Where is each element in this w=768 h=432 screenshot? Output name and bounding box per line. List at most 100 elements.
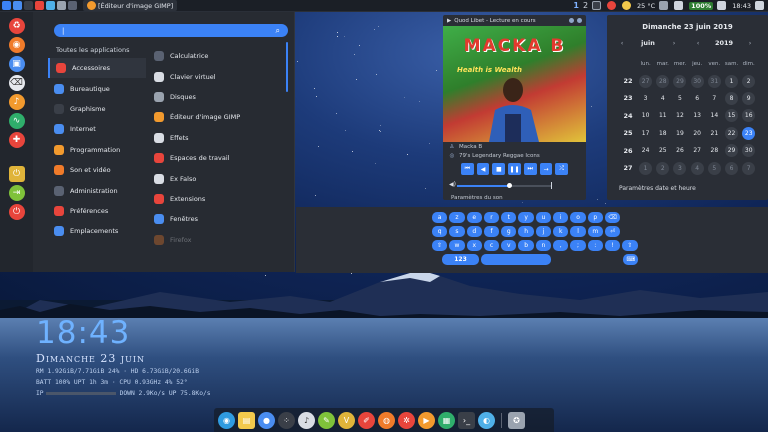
key[interactable]: l xyxy=(570,226,586,237)
software-center-icon[interactable]: ✚ xyxy=(8,132,25,148)
calendar-day[interactable]: 30 xyxy=(689,74,706,88)
date-time-settings-link[interactable]: Paramètres date et heure xyxy=(619,185,696,192)
key[interactable]: p xyxy=(587,212,603,223)
calendar-day[interactable]: 25 xyxy=(654,144,671,157)
category-item[interactable]: Bureautique xyxy=(48,78,146,98)
sound-settings-link[interactable]: Paramètres du son xyxy=(443,191,586,200)
volume-icon[interactable] xyxy=(674,1,684,10)
key[interactable]: h xyxy=(518,226,534,237)
text-editor-icon[interactable]: ✎ xyxy=(318,411,335,429)
category-item[interactable]: Emplacements xyxy=(48,221,146,241)
files-icon[interactable]: ▣ xyxy=(8,56,25,72)
calendar-day[interactable]: 6 xyxy=(723,161,740,175)
key[interactable]: v xyxy=(501,240,517,251)
key[interactable]: ⏎ xyxy=(604,226,621,237)
calendar-day[interactable]: 29 xyxy=(671,74,688,88)
calendar-day[interactable]: 4 xyxy=(689,161,706,175)
store-icon[interactable]: ▦ xyxy=(438,411,455,429)
category-item[interactable]: Son et vidéo xyxy=(48,160,146,180)
calendar-day[interactable]: 2 xyxy=(654,161,671,175)
calendar-day[interactable]: 31 xyxy=(706,74,723,88)
search-input[interactable] xyxy=(62,26,276,35)
key[interactable]: m xyxy=(587,226,603,237)
settings-icon[interactable] xyxy=(569,18,574,23)
key[interactable]: b xyxy=(518,240,534,251)
key[interactable]: ⌫ xyxy=(604,212,621,223)
calendar-day[interactable]: 28 xyxy=(654,74,671,88)
app-item[interactable]: Extensions xyxy=(154,189,284,209)
calendar-day[interactable]: 13 xyxy=(689,109,706,122)
next-icon[interactable]: ⏭ xyxy=(523,163,537,175)
app-item[interactable]: Clavier virtuel xyxy=(154,66,284,86)
system-monitor-icon[interactable]: ⁘ xyxy=(278,411,295,429)
draw-icon[interactable]: ✐ xyxy=(358,411,375,429)
calendar-day[interactable]: 10 xyxy=(637,109,654,122)
calendar-day[interactable]: 12 xyxy=(671,109,688,122)
lock-screen-icon[interactable]: ⏻ xyxy=(8,166,25,182)
eraser-icon[interactable]: ⌫ xyxy=(8,75,25,91)
shuffle-icon[interactable]: ⤮ xyxy=(555,163,569,175)
category-item[interactable]: Internet xyxy=(48,119,146,139)
workspace-2[interactable]: 2 xyxy=(583,1,588,10)
logout-icon[interactable]: ⇥ xyxy=(8,185,25,201)
vim-icon[interactable]: V xyxy=(338,411,355,429)
calendar-day[interactable]: 7 xyxy=(740,161,757,175)
key[interactable]: r xyxy=(483,212,500,223)
audio-icon[interactable]: ♪ xyxy=(8,94,25,110)
gimp-icon[interactable]: ✪ xyxy=(508,411,525,429)
key[interactable]: : xyxy=(587,240,603,251)
calendar-day-today[interactable]: 23 xyxy=(740,126,757,140)
pause-icon[interactable]: ❚❚ xyxy=(508,163,521,175)
key[interactable]: ⇧ xyxy=(432,240,448,251)
next-year-icon[interactable]: › xyxy=(745,39,755,47)
firefox-icon[interactable]: ◍ xyxy=(378,411,395,429)
battery-indicator[interactable]: 100% xyxy=(689,1,714,10)
key[interactable]: a xyxy=(432,212,448,223)
web-icon[interactable]: ◐ xyxy=(478,411,495,429)
calendar-day[interactable]: 16 xyxy=(740,109,757,123)
calendar-day[interactable]: 1 xyxy=(723,74,740,88)
prev-year-icon[interactable]: ‹ xyxy=(693,39,703,47)
prev-month-icon[interactable]: ‹ xyxy=(617,39,627,47)
software-icon[interactable]: ✲ xyxy=(398,411,415,429)
key[interactable]: f xyxy=(483,226,500,237)
previous-icon[interactable]: ⏮ xyxy=(461,163,474,175)
calendar-day[interactable]: 3 xyxy=(637,92,654,105)
app-item[interactable]: Fenêtres xyxy=(154,209,284,229)
key[interactable]: ; xyxy=(570,240,586,251)
calendar-day[interactable]: 28 xyxy=(706,144,723,157)
bluetooth-icon[interactable] xyxy=(659,1,669,10)
calendar-day[interactable]: 3 xyxy=(671,161,688,175)
hide-keyboard-key[interactable]: ⌨ xyxy=(623,254,639,265)
app-item[interactable]: Éditeur d'image GIMP xyxy=(154,107,284,127)
calendar-day[interactable]: 4 xyxy=(654,92,671,105)
shutdown-icon[interactable]: ⏻ xyxy=(8,204,25,220)
key[interactable]: o xyxy=(570,212,586,223)
workspace-icon[interactable] xyxy=(57,1,66,10)
key[interactable]: u xyxy=(535,212,552,223)
search-box[interactable]: ⌕ xyxy=(54,24,288,37)
progress-handle[interactable] xyxy=(506,183,512,188)
key[interactable]: , xyxy=(553,240,569,251)
audio-player-icon[interactable]: ♪ xyxy=(298,411,315,429)
key[interactable]: t xyxy=(501,212,517,223)
key[interactable]: z xyxy=(449,212,465,223)
power-menu-icon[interactable] xyxy=(717,1,727,10)
menu-scrollbar[interactable] xyxy=(286,42,288,92)
calendar-day[interactable]: 5 xyxy=(706,161,723,175)
browser-icon[interactable] xyxy=(46,1,55,10)
numbers-key[interactable]: 123 xyxy=(442,254,479,265)
session-icon[interactable] xyxy=(755,1,764,10)
calendar-day[interactable]: 11 xyxy=(654,109,671,122)
key[interactable]: ⇧ xyxy=(622,240,638,251)
key[interactable]: c xyxy=(483,240,500,251)
calendar-day[interactable]: 29 xyxy=(723,144,740,158)
calendar-day[interactable]: 8 xyxy=(723,91,740,105)
files-icon[interactable]: ▤ xyxy=(238,411,255,429)
calendar-day[interactable]: 20 xyxy=(689,127,706,140)
key[interactable]: j xyxy=(535,226,552,237)
key[interactable]: x xyxy=(466,240,482,251)
calendar-day[interactable]: 27 xyxy=(637,74,654,88)
category-item[interactable]: Graphisme xyxy=(48,99,146,119)
taskbar-gimp[interactable]: [Éditeur d'image GIMP] xyxy=(83,0,178,11)
